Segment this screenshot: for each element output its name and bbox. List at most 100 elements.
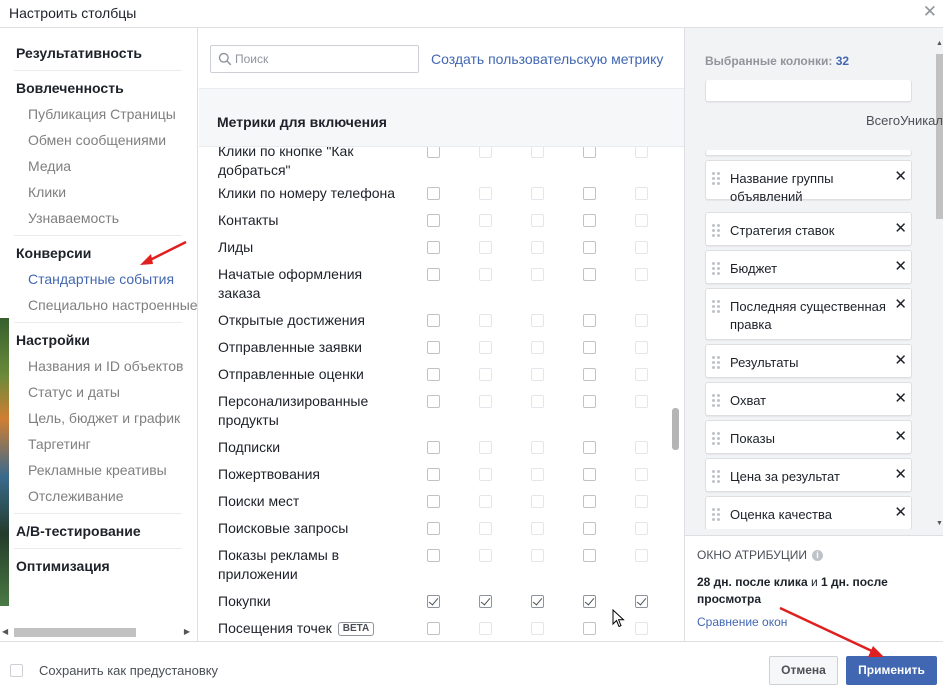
- metric-checkbox[interactable]: [427, 187, 440, 200]
- metric-checkbox[interactable]: [583, 595, 596, 608]
- metric-checkbox[interactable]: [479, 314, 492, 327]
- scroll-down-icon[interactable]: ▼: [936, 520, 943, 527]
- metric-checkbox[interactable]: [531, 622, 544, 635]
- scrollbar-thumb[interactable]: [936, 54, 943, 219]
- metric-checkbox[interactable]: [479, 147, 492, 158]
- selected-column-item[interactable]: [705, 80, 912, 102]
- metric-checkbox[interactable]: [531, 468, 544, 481]
- selected-column-item[interactable]: [705, 150, 912, 156]
- metric-checkbox[interactable]: [531, 268, 544, 281]
- drag-handle-icon[interactable]: [712, 356, 722, 370]
- search-box[interactable]: [210, 45, 419, 73]
- apply-button[interactable]: Применить: [846, 656, 937, 685]
- metric-checkbox[interactable]: [427, 522, 440, 535]
- remove-icon[interactable]: ✕: [894, 169, 907, 185]
- selected-column-item[interactable]: Цена за результат ✕: [705, 458, 912, 492]
- metrics-scrollbar-thumb[interactable]: [672, 408, 679, 450]
- metric-checkbox[interactable]: [583, 368, 596, 381]
- selected-column-item[interactable]: Результаты ✕: [705, 344, 912, 378]
- drag-handle-icon[interactable]: [712, 262, 722, 276]
- drag-handle-icon[interactable]: [712, 172, 722, 186]
- remove-icon[interactable]: ✕: [894, 353, 907, 369]
- metric-checkbox[interactable]: [479, 241, 492, 254]
- scroll-right-icon[interactable]: ▶: [184, 627, 190, 636]
- metric-checkbox[interactable]: [531, 214, 544, 227]
- metric-checkbox[interactable]: [479, 268, 492, 281]
- metric-checkbox[interactable]: [583, 341, 596, 354]
- remove-icon[interactable]: ✕: [894, 259, 907, 275]
- sidebar-item-targeting[interactable]: Таргетинг: [28, 436, 91, 452]
- search-input[interactable]: [235, 50, 415, 68]
- metric-checkbox[interactable]: [427, 241, 440, 254]
- selected-column-item[interactable]: Охват ✕: [705, 382, 912, 416]
- metric-checkbox[interactable]: [427, 595, 440, 608]
- metric-checkbox[interactable]: [635, 522, 648, 535]
- metric-checkbox[interactable]: [583, 468, 596, 481]
- sidebar-item-creatives[interactable]: Рекламные креативы: [28, 462, 167, 478]
- metric-checkbox[interactable]: [635, 187, 648, 200]
- metric-checkbox[interactable]: [531, 495, 544, 508]
- metric-checkbox[interactable]: [635, 495, 648, 508]
- metric-checkbox[interactable]: [583, 549, 596, 562]
- metric-checkbox[interactable]: [479, 341, 492, 354]
- sidebar-horizontal-scrollbar[interactable]: ◀ ▶: [0, 625, 196, 641]
- remove-icon[interactable]: ✕: [894, 429, 907, 445]
- metric-checkbox[interactable]: [427, 441, 440, 454]
- metric-checkbox[interactable]: [583, 241, 596, 254]
- sidebar-item-messaging[interactable]: Обмен сообщениями: [28, 132, 166, 148]
- metric-checkbox[interactable]: [583, 147, 596, 158]
- metric-checkbox[interactable]: [479, 549, 492, 562]
- metric-checkbox[interactable]: [583, 495, 596, 508]
- selected-column-item[interactable]: Оценка качества ✕: [705, 496, 912, 529]
- metric-checkbox[interactable]: [635, 368, 648, 381]
- remove-icon[interactable]: ✕: [894, 467, 907, 483]
- metric-checkbox[interactable]: [479, 622, 492, 635]
- metric-checkbox[interactable]: [635, 147, 648, 158]
- metric-checkbox[interactable]: [531, 314, 544, 327]
- metric-checkbox[interactable]: [635, 214, 648, 227]
- scroll-up-icon[interactable]: ▲: [936, 40, 943, 47]
- drag-handle-icon[interactable]: [712, 300, 722, 314]
- metric-checkbox[interactable]: [427, 214, 440, 227]
- metric-checkbox[interactable]: [635, 241, 648, 254]
- drag-handle-icon[interactable]: [712, 432, 722, 446]
- sidebar-item-tracking[interactable]: Отслеживание: [28, 488, 124, 504]
- metric-checkbox[interactable]: [583, 522, 596, 535]
- scrollbar-thumb[interactable]: [14, 628, 136, 637]
- metric-checkbox[interactable]: [479, 595, 492, 608]
- metric-checkbox[interactable]: [531, 441, 544, 454]
- metric-checkbox[interactable]: [583, 622, 596, 635]
- save-preset-label[interactable]: Сохранить как предустановку: [39, 663, 218, 678]
- sidebar-section-engagement[interactable]: Вовлеченность: [16, 80, 124, 96]
- metric-checkbox[interactable]: [479, 395, 492, 408]
- close-icon[interactable]: ✕: [923, 3, 937, 21]
- metric-checkbox[interactable]: [479, 468, 492, 481]
- metric-checkbox[interactable]: [583, 268, 596, 281]
- metric-checkbox[interactable]: [531, 341, 544, 354]
- selected-column-item[interactable]: Бюджет ✕: [705, 250, 912, 284]
- metric-checkbox[interactable]: [531, 187, 544, 200]
- metric-checkbox[interactable]: [427, 368, 440, 381]
- metric-checkbox[interactable]: [531, 147, 544, 158]
- sidebar-item-objective-budget[interactable]: Цель, бюджет и график: [28, 410, 180, 426]
- metric-checkbox[interactable]: [583, 214, 596, 227]
- metric-checkbox[interactable]: [427, 395, 440, 408]
- remove-icon[interactable]: ✕: [894, 505, 907, 521]
- info-icon[interactable]: i: [812, 550, 824, 562]
- metric-checkbox[interactable]: [531, 522, 544, 535]
- metric-checkbox[interactable]: [635, 622, 648, 635]
- metric-checkbox[interactable]: [531, 549, 544, 562]
- metric-checkbox[interactable]: [635, 314, 648, 327]
- sidebar-item-custom-conversions[interactable]: Специально настроенные: [28, 297, 197, 313]
- metric-checkbox[interactable]: [635, 468, 648, 481]
- metric-checkbox[interactable]: [635, 549, 648, 562]
- metric-checkbox[interactable]: [427, 341, 440, 354]
- metric-checkbox[interactable]: [531, 595, 544, 608]
- create-custom-metric-link[interactable]: Создать пользовательскую метрику: [431, 51, 663, 67]
- metric-checkbox[interactable]: [427, 147, 440, 158]
- sidebar-item-awareness[interactable]: Узнаваемость: [28, 210, 119, 226]
- drag-handle-icon[interactable]: [712, 224, 722, 238]
- cancel-button[interactable]: Отмена: [769, 656, 838, 685]
- metric-checkbox[interactable]: [479, 214, 492, 227]
- metric-checkbox[interactable]: [583, 187, 596, 200]
